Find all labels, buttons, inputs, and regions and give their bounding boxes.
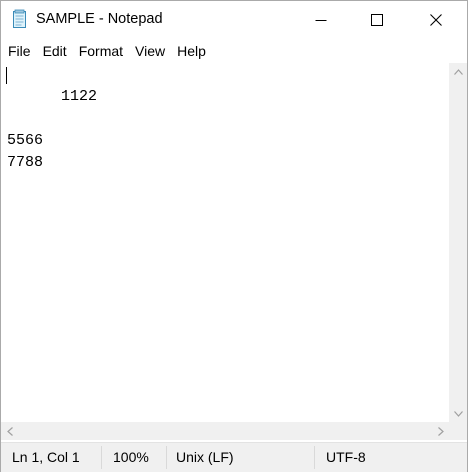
text-line-content: 1122 xyxy=(61,88,98,105)
status-divider xyxy=(314,446,315,469)
scroll-up-button[interactable] xyxy=(449,63,467,80)
status-line-ending: Unix (LF) xyxy=(176,449,234,465)
status-divider xyxy=(101,446,102,469)
close-icon xyxy=(430,14,442,26)
chevron-left-icon xyxy=(6,426,13,436)
text-caret xyxy=(6,67,7,84)
maximize-icon xyxy=(371,14,383,26)
window-title: SAMPLE - Notepad xyxy=(36,11,163,27)
status-divider xyxy=(166,446,167,469)
text-editor[interactable]: 1122 5566 7788 xyxy=(1,63,449,422)
minimize-button[interactable] xyxy=(298,1,344,39)
menu-help[interactable]: Help xyxy=(171,39,212,63)
menu-format[interactable]: Format xyxy=(73,39,129,63)
scroll-right-button[interactable] xyxy=(432,422,449,440)
chevron-right-icon xyxy=(437,426,444,436)
text-line: 5566 xyxy=(7,132,44,149)
status-encoding: UTF-8 xyxy=(326,449,366,465)
status-cursor-position: Ln 1, Col 1 xyxy=(12,449,80,465)
notepad-icon[interactable] xyxy=(12,9,28,29)
notepad-window: SAMPLE - Notepad File Edit Format View H… xyxy=(0,0,468,472)
text-line: 7788 xyxy=(7,154,44,171)
scroll-left-button[interactable] xyxy=(1,422,18,440)
horizontal-scrollbar[interactable] xyxy=(1,422,449,440)
status-bar: Ln 1, Col 1 100% Unix (LF) UTF-8 xyxy=(1,442,467,472)
scroll-corner xyxy=(449,422,467,440)
chevron-up-icon xyxy=(453,68,463,75)
status-zoom: 100% xyxy=(113,449,149,465)
maximize-button[interactable] xyxy=(354,1,400,39)
text-line: 1122 xyxy=(1,64,449,130)
menu-bar: File Edit Format View Help xyxy=(1,39,467,63)
title-bar[interactable]: SAMPLE - Notepad xyxy=(1,1,467,39)
menu-edit[interactable]: Edit xyxy=(37,39,73,63)
scroll-down-button[interactable] xyxy=(449,405,467,422)
close-button[interactable] xyxy=(413,1,459,39)
menu-file[interactable]: File xyxy=(1,39,37,63)
menu-view[interactable]: View xyxy=(129,39,171,63)
vertical-scrollbar[interactable] xyxy=(449,63,467,422)
minimize-icon xyxy=(315,20,327,21)
chevron-down-icon xyxy=(453,410,463,417)
